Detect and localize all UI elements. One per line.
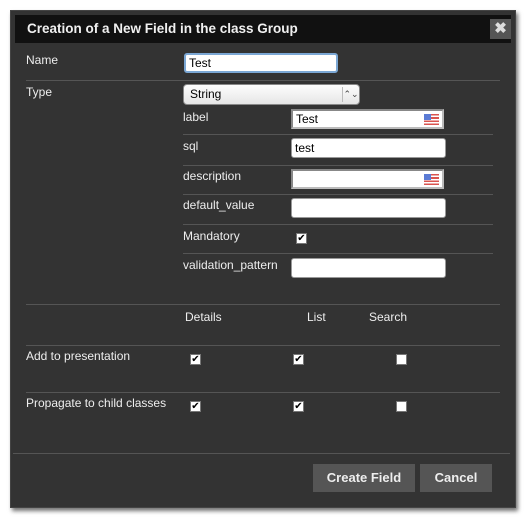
divider (183, 165, 493, 166)
label-input[interactable]: Test (291, 109, 444, 129)
propagate-search-checkbox[interactable] (396, 401, 407, 412)
add-to-presentation-label: Add to presentation (26, 349, 131, 363)
checkmark-icon: ✔ (191, 354, 200, 365)
add-to-presentation-search-checkbox[interactable] (396, 354, 407, 365)
column-header-list: List (307, 310, 326, 324)
add-to-presentation-list-checkbox[interactable]: ✔ (293, 354, 304, 365)
close-button[interactable]: ✖ (490, 19, 511, 39)
divider (183, 194, 493, 195)
type-select-value: String (190, 87, 222, 101)
divider (26, 345, 500, 346)
column-header-details: Details (185, 310, 222, 324)
mandatory-label: Mandatory (183, 229, 240, 243)
sql-input[interactable] (291, 138, 446, 158)
type-label: Type (26, 85, 53, 99)
divider (26, 304, 500, 305)
divider (183, 224, 493, 225)
description-label: description (183, 169, 242, 183)
checkmark-icon: ✔ (294, 354, 303, 365)
sql-label: sql (183, 139, 199, 153)
divider (183, 134, 493, 135)
mandatory-checkbox[interactable]: ✔ (296, 233, 307, 244)
column-header-search: Search (369, 310, 408, 324)
default-value-input[interactable] (291, 198, 446, 218)
label-field-label: label (183, 110, 209, 124)
propagate-details-checkbox[interactable]: ✔ (190, 401, 201, 412)
cancel-button[interactable]: Cancel (420, 464, 492, 492)
us-flag-icon[interactable] (424, 114, 439, 125)
name-input[interactable] (184, 53, 338, 73)
validation-pattern-input[interactable] (291, 258, 446, 278)
checkmark-icon: ✔ (191, 401, 200, 412)
divider (26, 392, 500, 393)
create-field-button[interactable]: Create Field (313, 464, 415, 492)
checkmark-icon: ✔ (297, 233, 306, 244)
propagate-list-checkbox[interactable]: ✔ (293, 401, 304, 412)
divider (183, 253, 493, 254)
name-label: Name (26, 53, 59, 67)
chevron-updown-icon: ⌃⌄ (342, 87, 359, 102)
us-flag-icon[interactable] (424, 174, 439, 185)
label-input-value: Test (296, 112, 319, 126)
propagate-to-child-classes-label: Propagate to child classes (26, 396, 167, 410)
description-input[interactable] (291, 169, 444, 189)
validation-pattern-label: validation_pattern (183, 258, 278, 272)
footer-divider (13, 453, 510, 454)
checkmark-icon: ✔ (294, 401, 303, 412)
add-to-presentation-details-checkbox[interactable]: ✔ (190, 354, 201, 365)
divider (26, 80, 500, 81)
type-select[interactable]: String ⌃⌄ (183, 84, 360, 105)
dialog-titlebar: Creation of a New Field in the class Gro… (15, 15, 511, 43)
close-icon: ✖ (494, 20, 507, 37)
default-value-label: default_value (183, 198, 255, 212)
dialog-title: Creation of a New Field in the class Gro… (27, 21, 298, 36)
